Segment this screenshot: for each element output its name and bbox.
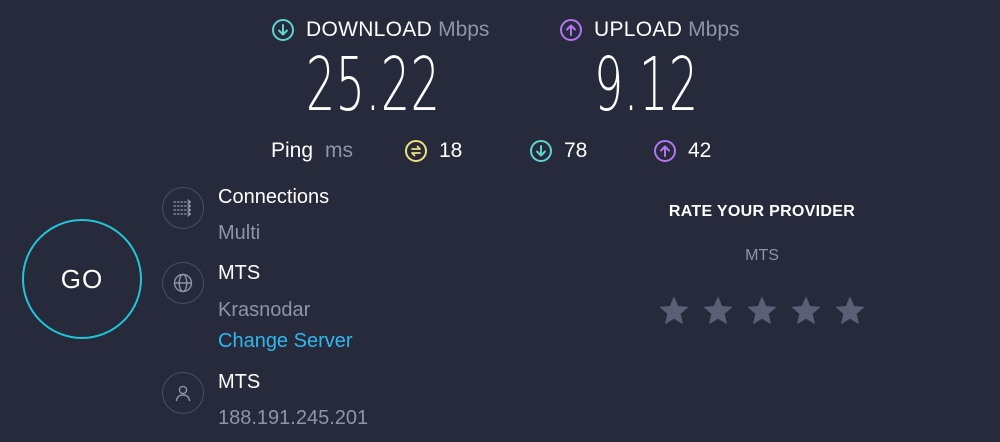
server-title: MTS — [218, 262, 261, 284]
star-5-icon[interactable] — [833, 294, 867, 328]
rate-title: RATE YOUR PROVIDER — [668, 203, 856, 220]
globe-icon — [162, 262, 204, 304]
ping-upload-icon — [654, 140, 676, 162]
go-button[interactable]: GO — [22, 219, 142, 339]
upload-value: 9.12 — [594, 42, 699, 128]
server-location: Krasnodar — [218, 299, 311, 321]
star-4-icon[interactable] — [789, 294, 823, 328]
download-metric: DOWNLOAD Mbps — [272, 18, 489, 42]
star-2-icon[interactable] — [701, 294, 735, 328]
rate-provider-name: MTS — [745, 247, 779, 264]
change-server-link[interactable]: Change Server — [218, 330, 353, 353]
upload-unit: Mbps — [688, 18, 740, 41]
ping-idle-icon — [405, 140, 427, 162]
ping-unit: ms — [325, 139, 354, 162]
ping-download: 78 — [530, 139, 587, 163]
client-title: MTS — [218, 371, 261, 393]
rating-stars — [657, 294, 867, 328]
download-label: DOWNLOAD — [306, 18, 433, 41]
download-arrow-icon — [272, 19, 294, 41]
upload-metric: UPLOAD Mbps — [560, 18, 740, 42]
client-ip: 188.191.245.201 — [218, 407, 369, 429]
connections-value[interactable]: Multi — [218, 222, 260, 245]
ping-upload: 42 — [654, 139, 711, 163]
ping-idle-value: 18 — [439, 139, 463, 162]
upload-label: UPLOAD — [594, 18, 683, 41]
ping-upload-value: 42 — [688, 139, 712, 162]
ping-idle: 18 — [405, 139, 462, 163]
connections-icon[interactable] — [162, 187, 204, 229]
download-value: 25.22 — [306, 42, 441, 128]
star-1-icon[interactable] — [657, 294, 691, 328]
rate-provider-panel: RATE YOUR PROVIDER — [562, 203, 962, 221]
connections-title: Connections — [218, 186, 330, 208]
download-unit: Mbps — [438, 18, 490, 41]
upload-arrow-icon — [560, 19, 582, 41]
star-3-icon[interactable] — [745, 294, 779, 328]
ping-download-icon — [530, 140, 552, 162]
ping-row: Ping ms — [271, 139, 353, 163]
ping-label: Ping — [271, 139, 314, 162]
ping-download-value: 78 — [564, 139, 588, 162]
user-icon — [162, 372, 204, 414]
